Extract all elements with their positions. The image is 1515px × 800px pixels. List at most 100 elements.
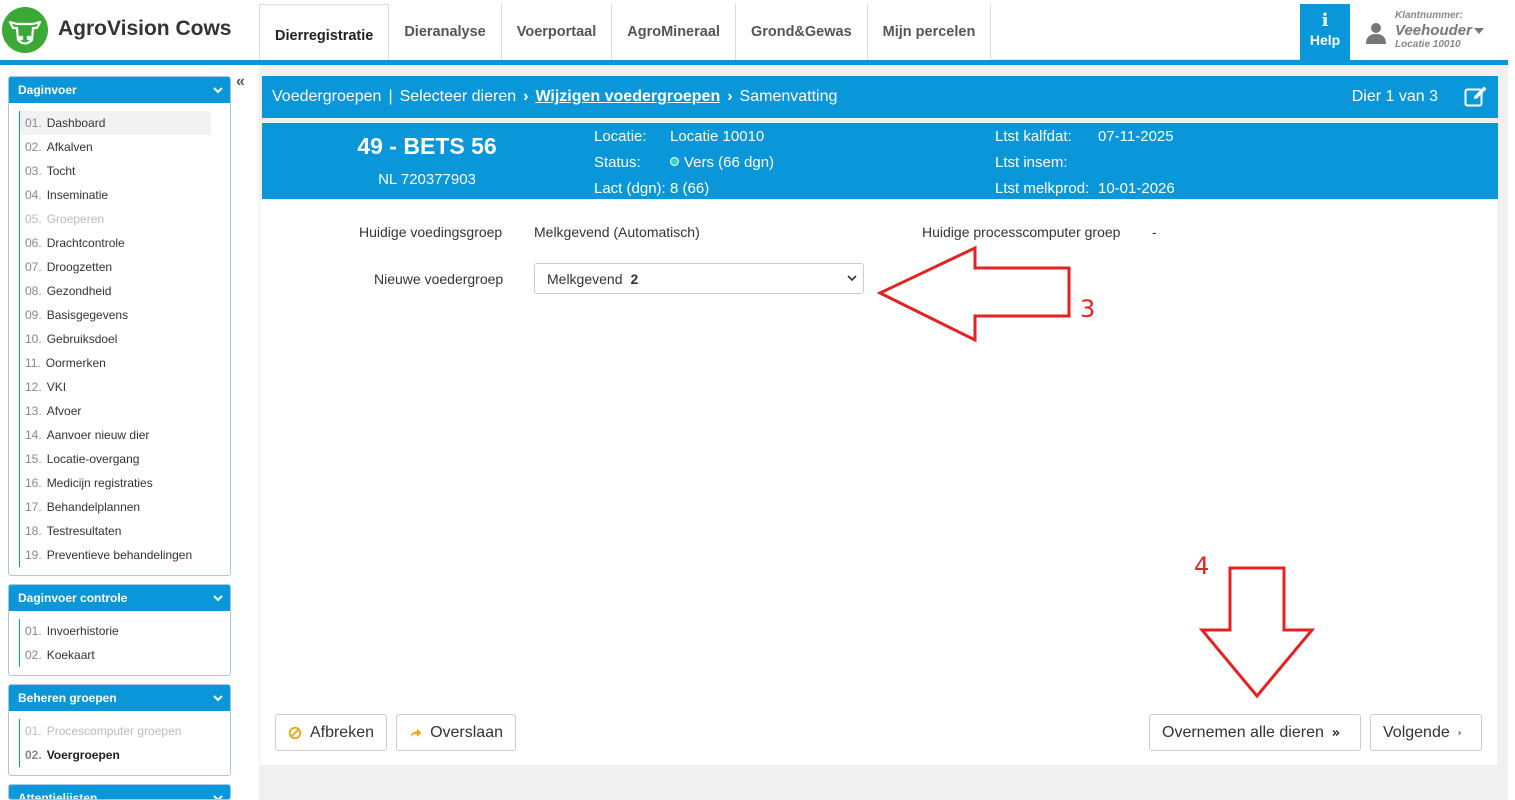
sidebar-item-oormerken[interactable]: 11. Oormerken	[20, 351, 230, 375]
chevron-down-icon	[213, 595, 223, 602]
skip-button[interactable]: Overslaan	[396, 714, 516, 751]
panel-beheren-groepen: Beheren groepen 01. Procescomputer groepe…	[8, 684, 231, 776]
user-menu[interactable]: Klantnummer: Veehouder Locatie 10010	[1362, 8, 1502, 54]
sidebar-item-aanvoer-nieuw-dier[interactable]: 14. Aanvoer nieuw dier	[20, 423, 230, 447]
info-icon: i	[1321, 10, 1329, 31]
collapse-sidebar-icon[interactable]: «	[236, 73, 245, 91]
panel-daginvoer: Daginvoer 01. Dashboard 02. Afkalven 03. To…	[8, 76, 231, 576]
edit-icon[interactable]	[1464, 85, 1488, 107]
sidebar-item-afkalven[interactable]: 02. Afkalven	[20, 135, 230, 159]
item-label: Oormerken	[45, 356, 106, 370]
wizard-step-wijzigen-voedergroepen[interactable]: Wijzigen voedergroepen	[535, 88, 720, 106]
item-label: Locatie-overgang	[46, 452, 140, 466]
sidebar-item-medicijn-registraties[interactable]: 16. Medicijn registraties	[20, 471, 230, 495]
cow-logo-icon[interactable]	[2, 7, 48, 53]
locatie-value: Locatie 10010	[670, 128, 765, 145]
animal-name: 49 - BETS 56	[357, 133, 497, 159]
wizard-step-selecteer-dieren[interactable]: Selecteer dieren	[400, 88, 517, 106]
apply-all-label: Overnemen alle dieren	[1162, 723, 1324, 741]
item-label: VKI	[46, 380, 67, 394]
tab-grond-gewas[interactable]: Grond&Gewas	[736, 4, 868, 60]
panel-attentielijsten: Attentielijsten	[8, 784, 231, 800]
panel-body: 01. Procescomputer groepen 02. Voergroepen	[19, 719, 230, 767]
item-num: 05.	[25, 212, 42, 226]
sidebar-item-afvoer[interactable]: 13. Afvoer	[20, 399, 230, 423]
sidebar-item-inseminatie[interactable]: 04. Inseminatie	[20, 183, 230, 207]
pc-group-label: Huidige processcomputer groep	[922, 224, 1121, 240]
item-label: Groeperen	[46, 212, 105, 226]
item-label: Afkalven	[46, 140, 93, 154]
apply-all-animals-button[interactable]: Overnemen alle dieren	[1149, 714, 1361, 751]
sidebar-item-droogzetten[interactable]: 07. Droogzetten	[20, 255, 230, 279]
panel-daginvoer-controle: Daginvoer controle 01. Invoerhistorie 02.…	[8, 584, 231, 676]
chevron-right-icon: ›	[727, 88, 733, 105]
tab-dieranalyse[interactable]: Dieranalyse	[389, 4, 502, 60]
sidebar-item-locatie-overgang[interactable]: 15. Locatie-overgang	[20, 447, 230, 471]
item-num: 17.	[25, 500, 42, 514]
animal-id: NL 720377903	[378, 171, 476, 188]
item-label: Testresultaten	[46, 524, 122, 538]
sidebar-item-preventieve-behandelingen[interactable]: 19. Preventieve behandelingen	[20, 543, 230, 567]
item-label: Dashboard	[46, 116, 106, 130]
item-label: Droogzetten	[46, 260, 113, 274]
panel-header-daginvoer-controle[interactable]: Daginvoer controle	[9, 585, 230, 611]
lact-value: 8 (66)	[670, 180, 710, 197]
sidebar-item-behandelplannen[interactable]: 17. Behandelplannen	[20, 495, 230, 519]
item-label: Koekaart	[46, 648, 95, 662]
sidebar-item-koekaart[interactable]: 02. Koekaart	[20, 643, 230, 667]
sidebar-item-testresultaten[interactable]: 18. Testresultaten	[20, 519, 230, 543]
item-label: Aanvoer nieuw dier	[46, 428, 150, 442]
chevron-down-icon	[1474, 28, 1484, 34]
cancel-button[interactable]: Afbreken	[275, 714, 387, 751]
main-tabs: Dierregistratie Dieranalyse Voerportaal …	[259, 4, 1322, 60]
item-num: 19.	[25, 548, 42, 562]
panel-title: Daginvoer	[18, 83, 77, 97]
item-num: 04.	[25, 188, 42, 202]
sidebar-item-dashboard[interactable]: 01. Dashboard	[20, 111, 211, 135]
sidebar-item-procescomputer-groepen: 01. Procescomputer groepen	[20, 719, 230, 743]
tab-agromineraal[interactable]: AgroMineraal	[612, 4, 736, 60]
chevron-down-icon	[213, 87, 223, 94]
annotation-label-3: 3	[1080, 295, 1096, 323]
item-label: Behandelplannen	[46, 500, 141, 514]
item-label: Procescomputer groepen	[46, 724, 182, 738]
status-dot-icon	[670, 157, 679, 166]
sidebar-item-gezondheid[interactable]: 08. Gezondheid	[20, 279, 230, 303]
sidebar-item-voergroepen[interactable]: 02. Voergroepen	[20, 743, 230, 767]
item-label: Tocht	[46, 164, 76, 178]
double-chevron-right-icon	[1332, 729, 1340, 736]
next-button[interactable]: Volgende	[1370, 714, 1482, 751]
new-group-select[interactable]: Melkgevend 2	[534, 263, 864, 294]
sidebar-item-invoerhistorie[interactable]: 01. Invoerhistorie	[20, 619, 230, 643]
user-name: Veehouder	[1395, 22, 1472, 39]
panel-title: Beheren groepen	[18, 691, 117, 705]
item-label: Voergroepen	[46, 748, 120, 762]
tab-dierregistratie[interactable]: Dierregistratie	[259, 4, 390, 60]
pc-group-value: -	[1152, 224, 1157, 240]
select-value-number: 2	[630, 270, 639, 287]
help-label: Help	[1309, 32, 1341, 48]
panel-header-beheren-groepen[interactable]: Beheren groepen	[9, 685, 230, 711]
sidebar-item-tocht[interactable]: 03. Tocht	[20, 159, 230, 183]
breadcrumb-separator: |	[388, 88, 393, 105]
locatie-label: Locatie:	[594, 128, 647, 145]
status-label: Status:	[594, 154, 641, 171]
panel-header-attentielijsten[interactable]: Attentielijsten	[9, 785, 230, 799]
panel-body: 01. Dashboard 02. Afkalven 03. Tocht 04. Ins…	[19, 111, 230, 567]
cancel-label: Afbreken	[309, 723, 374, 741]
wizard-step-voedergroepen[interactable]: Voedergroepen	[272, 88, 381, 106]
help-button[interactable]: i Help	[1300, 4, 1350, 60]
sidebar-item-drachtcontrole[interactable]: 06. Drachtcontrole	[20, 231, 230, 255]
user-icon	[1366, 23, 1386, 44]
panel-header-daginvoer[interactable]: Daginvoer	[9, 77, 230, 103]
sidebar-item-gebruiksdoel[interactable]: 10. Gebruiksdoel	[20, 327, 230, 351]
ban-icon	[288, 726, 302, 739]
tab-voerportaal[interactable]: Voerportaal	[502, 4, 613, 60]
sidebar-item-basisgegevens[interactable]: 09. Basisgegevens	[20, 303, 230, 327]
tab-mijn-percelen[interactable]: Mijn percelen	[868, 4, 992, 60]
item-num: 08.	[25, 284, 42, 298]
skip-label: Overslaan	[430, 723, 503, 741]
item-num: 07.	[25, 260, 42, 274]
sidebar-item-vki[interactable]: 12. VKI	[20, 375, 230, 399]
current-group-value: Melkgevend (Automatisch)	[534, 224, 700, 240]
